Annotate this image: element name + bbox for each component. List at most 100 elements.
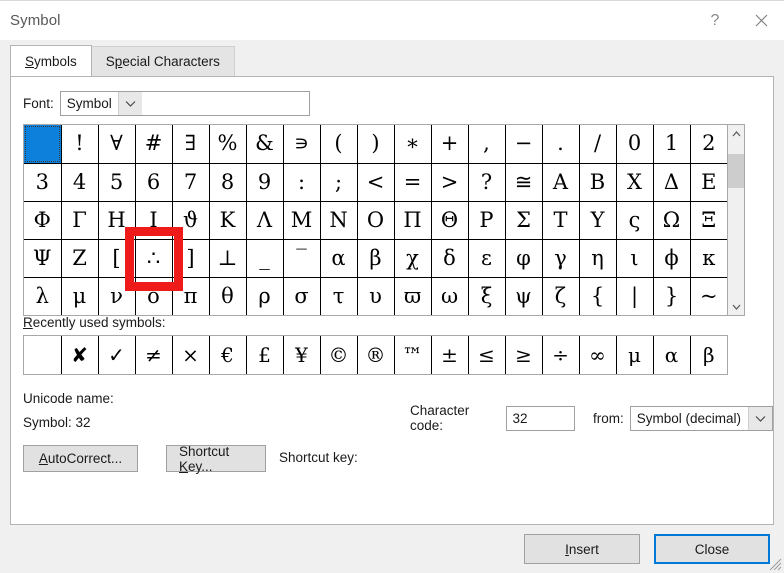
symbol-cell[interactable]: ∃ [172,125,209,163]
symbol-cell[interactable]: σ [283,277,320,315]
scrollbar-down-button[interactable] [728,298,744,315]
symbol-cell[interactable]: 8 [209,163,246,201]
symbol-cell[interactable]: # [135,125,172,163]
insert-button[interactable]: Insert [524,534,640,564]
symbol-cell[interactable]: ) [357,125,394,163]
symbol-cell[interactable]: + [431,125,468,163]
recently-used-cell[interactable]: € [209,336,246,374]
recently-used-cell[interactable]: ÷ [542,336,579,374]
symbol-cell[interactable]: [ [98,239,135,277]
symbol-cell[interactable]: Θ [431,201,468,239]
recently-used-cell[interactable]: × [172,336,209,374]
symbol-cell[interactable]: | [616,277,653,315]
recently-used-cell[interactable]: © [320,336,357,374]
close-window-button[interactable] [738,1,784,40]
recently-used-cell[interactable]: £ [246,336,283,374]
recently-used-cell[interactable]: ≤ [468,336,505,374]
symbol-cell[interactable]: = [394,163,431,201]
resize-grip-icon[interactable] [768,557,782,571]
symbol-cell[interactable]: Υ [579,201,616,239]
symbol-cell[interactable]: α [320,239,357,277]
symbol-cell[interactable]: ! [61,125,98,163]
font-combobox-arrow[interactable] [118,92,142,115]
symbol-cell[interactable]: : [283,163,320,201]
symbol-cell[interactable]: Ν [320,201,357,239]
symbol-cell[interactable]: Φ [24,201,61,239]
symbol-cell[interactable]: 3 [24,163,61,201]
recently-used-cell[interactable]: ✘ [61,336,98,374]
symbol-cell[interactable]: φ [505,239,542,277]
symbol-cell[interactable] [24,125,61,163]
symbol-cell[interactable]: ϖ [394,277,431,315]
symbol-cell[interactable]: 6 [135,163,172,201]
symbol-cell[interactable]: Π [394,201,431,239]
symbol-cell[interactable]: ξ [468,277,505,315]
symbol-cell[interactable]: υ [357,277,394,315]
symbol-cell[interactable]: ς [616,201,653,239]
symbol-cell[interactable]: Μ [283,201,320,239]
symbol-cell[interactable]: > [431,163,468,201]
recently-used-cell[interactable]: ∞ [579,336,616,374]
recently-used-cell[interactable]: ± [431,336,468,374]
symbol-cell[interactable]: ∴ [135,239,172,277]
symbol-grid-scrollbar[interactable] [727,125,744,315]
symbol-cell[interactable]: β [357,239,394,277]
symbol-cell[interactable]: − [505,125,542,163]
symbol-cell[interactable]: / [579,125,616,163]
symbol-cell[interactable]: Ζ [61,239,98,277]
symbol-cell[interactable]: < [357,163,394,201]
recently-used-cell[interactable]: ¥ [283,336,320,374]
symbol-cell[interactable]: ο [135,277,172,315]
symbol-cell[interactable]: 7 [172,163,209,201]
symbol-cell[interactable]: Λ [246,201,283,239]
symbol-cell[interactable]: Ε [690,163,727,201]
recently-used-cell[interactable] [24,336,61,374]
symbol-cell[interactable]: 0 [616,125,653,163]
symbol-cell[interactable]: ⊥ [209,239,246,277]
symbol-cell[interactable]: 4 [61,163,98,201]
symbol-cell[interactable]: Ξ [690,201,727,239]
recently-used-cell[interactable]: ✓ [98,336,135,374]
symbol-cell[interactable]: ι [616,239,653,277]
symbol-cell[interactable]: 9 [246,163,283,201]
tab-special-characters[interactable]: Special Characters [91,46,235,76]
close-button[interactable]: Close [654,534,770,564]
symbol-cell[interactable]: Α [542,163,579,201]
recently-used-cell[interactable]: ® [357,336,394,374]
tab-symbols[interactable]: Symbols [10,45,92,76]
symbol-cell[interactable]: . [542,125,579,163]
symbol-cell[interactable]: ( [320,125,357,163]
symbol-cell[interactable]: θ [209,277,246,315]
symbol-cell[interactable]: Β [579,163,616,201]
symbol-cell[interactable]: & [246,125,283,163]
recently-used-cell[interactable]: ™ [394,336,431,374]
symbol-cell[interactable]: ? [468,163,505,201]
symbol-cell[interactable]: δ [431,239,468,277]
recently-used-cell[interactable]: ≥ [505,336,542,374]
symbol-cell[interactable]: ω [431,277,468,315]
symbol-cell[interactable]: ζ [542,277,579,315]
recently-used-cell[interactable]: α [653,336,690,374]
symbol-cell[interactable]: ‾ [283,239,320,277]
symbol-cell[interactable]: Δ [653,163,690,201]
symbol-cell[interactable]: ] [172,239,209,277]
symbol-cell[interactable]: ~ [690,277,727,315]
symbol-cell[interactable]: ε [468,239,505,277]
symbol-cell[interactable]: η [579,239,616,277]
from-combobox[interactable]: Symbol (decimal) [630,406,773,431]
symbol-cell[interactable]: } [653,277,690,315]
scrollbar-up-button[interactable] [728,125,744,142]
recently-used-cell[interactable]: β [690,336,727,374]
help-button[interactable]: ? [692,1,738,40]
symbol-cell[interactable]: _ [246,239,283,277]
scrollbar-track[interactable] [728,142,744,298]
symbol-cell[interactable]: κ [690,239,727,277]
recently-used-cell[interactable]: ≠ [135,336,172,374]
symbol-cell[interactable]: π [172,277,209,315]
symbol-cell[interactable]: Γ [61,201,98,239]
symbol-cell[interactable]: Χ [616,163,653,201]
scrollbar-thumb[interactable] [728,154,744,188]
symbol-cell[interactable]: γ [542,239,579,277]
symbol-cell[interactable]: { [579,277,616,315]
symbol-cell[interactable]: χ [394,239,431,277]
